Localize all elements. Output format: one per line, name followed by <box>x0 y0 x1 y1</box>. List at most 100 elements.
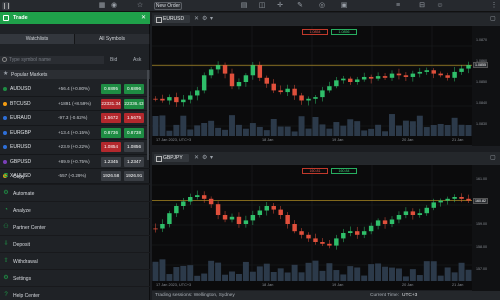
symbol-row[interactable]: AUDUSD +56.4 (+0.80%) 0.6895 0.6896 <box>0 82 150 97</box>
menu-item-automate[interactable]: ⚙ Automate <box>0 185 150 202</box>
chart-settings-icon[interactable]: ⚙ <box>202 15 207 23</box>
bid-price-button[interactable]: 1.0854 <box>101 142 121 152</box>
ask-price-button[interactable]: 0.6896 <box>124 84 144 94</box>
chart-icon[interactable]: ▤ <box>240 2 248 10</box>
candle-body <box>396 73 402 76</box>
candle-body <box>375 220 381 226</box>
symbol-row[interactable]: EURUSD +23.9 (+0.22%) 1.0854 1.0856 <box>0 140 150 155</box>
candle-body <box>361 231 367 235</box>
popular-markets-section[interactable]: ★ Popular Markets <box>0 70 150 79</box>
buy-button[interactable]: 1.0856 <box>331 29 357 35</box>
crosshair-icon[interactable]: ✛ <box>276 2 284 10</box>
eurusd-chart[interactable]: 1.0854 1.0856 1.0870 1.0860 1.0850 1.0840 1.… <box>152 25 500 146</box>
sell-button[interactable]: 1.0854 <box>302 29 328 35</box>
search-icon <box>2 57 7 62</box>
bid-price-button[interactable]: 1.5672 <box>101 113 121 123</box>
status-bar: Trading sessions: Wellington, Sydney Cur… <box>152 291 500 300</box>
bid-price-button[interactable]: 0.8736 <box>101 127 121 138</box>
symbol-row[interactable]: EURGBP +13.4 (+0.15%) 0.8736 0.8738 <box>0 126 150 140</box>
symbol-row[interactable]: BTCUSD +1891 (+8.59%) 22331.34 22336.43 <box>0 97 150 111</box>
ask-price-button[interactable]: 22336.43 <box>124 98 144 109</box>
ask-price-button[interactable]: 1.5675 <box>124 113 144 123</box>
volume-bar <box>284 272 291 281</box>
gbpjpy-chart[interactable]: 160.81 160.84 161.00160.00159.00158.0015… <box>152 164 500 291</box>
candle-body <box>466 65 471 69</box>
candle-body <box>194 195 200 197</box>
menu-item-copy[interactable]: ⧉ Copy <box>0 168 150 185</box>
bid-price-button[interactable]: 1.2345 <box>101 156 121 167</box>
menu-item-settings[interactable]: ⚙ Settings <box>0 270 150 287</box>
symbol-search-input[interactable]: Type symbol name <box>0 56 104 64</box>
volume-bar <box>430 261 437 281</box>
tab-all-symbols[interactable]: All Symbols <box>75 34 150 44</box>
current-time-label: Current Time: <box>370 293 400 298</box>
watchlist-scrollbar[interactable] <box>147 70 149 160</box>
home-icon[interactable] <box>2 2 10 10</box>
time-axis-label: 17 Jan 2023, UTC+3 <box>156 138 192 142</box>
analyze-icon: ◔ <box>4 207 8 213</box>
settings-icon: ⚙ <box>3 275 9 281</box>
ask-price-button[interactable]: 1.0856 <box>124 142 144 152</box>
volume-bar <box>444 125 451 136</box>
candle-body <box>208 198 214 205</box>
bid-price-button[interactable]: 0.6895 <box>101 84 121 94</box>
volume-bar <box>451 272 458 281</box>
symbol-row[interactable]: GBPUSD +89.9 (+0.75%) 1.2345 1.2347 <box>0 155 150 169</box>
volume-bar <box>159 115 166 136</box>
new-order-button[interactable]: New Order <box>154 2 182 10</box>
symbol-row[interactable]: EURAUD -97.3 (-0.62%) 1.5672 1.5675 <box>0 111 150 126</box>
layout-icon[interactable]: ◫ <box>258 2 266 10</box>
chart-maximize-icon[interactable]: ▢ <box>490 154 496 162</box>
candle-body <box>368 76 374 79</box>
menu-item-partner-center[interactable]: ⚇ Partner Center <box>0 219 150 236</box>
split-icon[interactable]: ⊟ <box>418 2 426 10</box>
candle-body <box>445 198 450 201</box>
chart-more-icon[interactable]: ▾ <box>210 15 213 23</box>
volume-bar <box>409 121 416 136</box>
camera-icon[interactable]: ▣ <box>340 2 348 10</box>
star-icon[interactable]: ☆ <box>136 2 144 10</box>
volume-bar <box>423 127 430 136</box>
menu-icon[interactable]: ⋮ <box>490 2 498 10</box>
ask-price-button[interactable]: 0.8738 <box>124 127 144 138</box>
volume-bar <box>298 116 305 136</box>
candle-body <box>167 213 172 224</box>
candle-body <box>167 97 172 101</box>
menu-item-analyze[interactable]: ◔ Analyze <box>0 202 150 219</box>
candle-body <box>201 75 207 91</box>
volume-bar <box>326 128 333 136</box>
menu-item-withdrawal[interactable]: ⇧ Withdrawal <box>0 253 150 270</box>
candle-body <box>188 95 193 100</box>
volume-bar <box>270 118 277 136</box>
chart-settings-icon[interactable]: ⚙ <box>202 154 207 162</box>
lines-icon[interactable]: ≡ <box>394 2 402 10</box>
eye-icon[interactable]: ◎ <box>318 2 326 10</box>
chart-more-icon[interactable]: ▾ <box>210 154 213 162</box>
volume-bar <box>354 267 361 281</box>
user-icon[interactable]: ☺ <box>436 2 444 10</box>
bell-icon[interactable]: ◉ <box>110 2 118 10</box>
volume-bar <box>242 261 249 281</box>
volume-bar <box>298 272 305 281</box>
chart-symbol-tab[interactable]: EURUSD <box>154 15 191 23</box>
volume-bar <box>368 264 375 281</box>
candle-body <box>188 197 193 202</box>
grid-icon[interactable]: ▦ <box>98 2 106 10</box>
close-icon[interactable]: ✕ <box>141 14 146 21</box>
volume-bar <box>235 273 242 281</box>
ask-price-button[interactable]: 1.2347 <box>124 156 144 167</box>
menu-item-deposit[interactable]: ⇩ Deposit <box>0 236 150 253</box>
timezone-value[interactable]: UTC+3 <box>402 291 417 300</box>
bid-price-button[interactable]: 22331.34 <box>101 98 121 109</box>
chart-close-icon[interactable]: ✕ <box>194 154 199 162</box>
chart-maximize-icon[interactable]: ▢ <box>490 15 496 23</box>
sell-button[interactable]: 160.81 <box>302 168 328 174</box>
buy-button[interactable]: 160.84 <box>331 168 357 174</box>
chart-symbol-tab[interactable]: GBPJPY <box>154 154 189 162</box>
candle-body <box>424 70 430 72</box>
chart-close-icon[interactable]: ✕ <box>194 15 199 23</box>
tab-watchlists[interactable]: Watchlists <box>0 34 75 44</box>
pencil-icon[interactable]: ✎ <box>296 2 304 10</box>
price-axis-label: 158.00 <box>476 244 487 249</box>
menu-item-help-center[interactable]: ? Help Center <box>0 287 150 300</box>
